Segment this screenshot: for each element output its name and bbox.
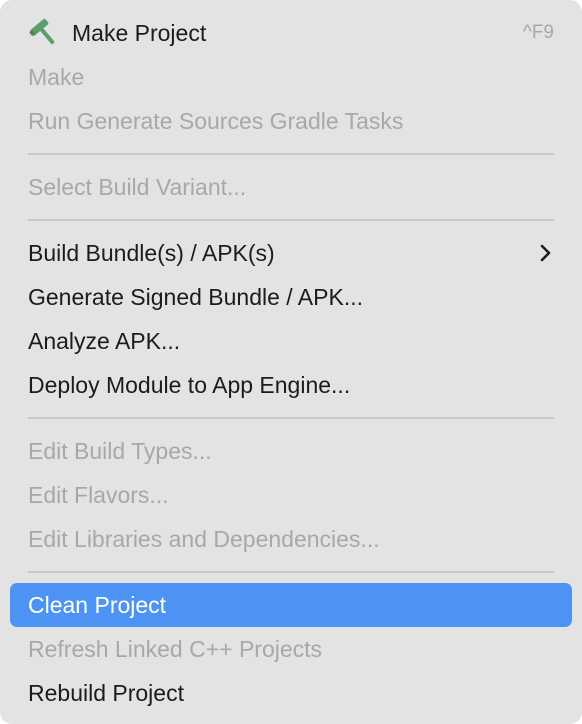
menu-item-make[interactable]: Make bbox=[10, 55, 572, 99]
hammer-icon bbox=[29, 18, 55, 45]
menu-item-label: Deploy Module to App Engine... bbox=[28, 372, 351, 398]
menu-item-edit-build-types[interactable]: Edit Build Types... bbox=[10, 429, 572, 473]
menu-item-analyze-apk[interactable]: Analyze APK... bbox=[10, 319, 572, 363]
menu-item-clean-project[interactable]: Clean Project bbox=[10, 583, 572, 627]
menu-item-select-build-variant[interactable]: Select Build Variant... bbox=[10, 165, 572, 209]
menu-item-label: Run Generate Sources Gradle Tasks bbox=[28, 108, 404, 134]
menu-item-make-project[interactable]: Make Project ^F9 bbox=[10, 11, 572, 55]
menu-item-label: Refresh Linked C++ Projects bbox=[28, 636, 323, 662]
menu-item-run-generate-sources[interactable]: Run Generate Sources Gradle Tasks bbox=[10, 99, 572, 143]
menu-item-label: Clean Project bbox=[28, 592, 167, 618]
menu-item-refresh-linked-cpp[interactable]: Refresh Linked C++ Projects bbox=[10, 627, 572, 671]
menu-item-edit-flavors[interactable]: Edit Flavors... bbox=[10, 473, 572, 517]
menu-item-edit-libraries[interactable]: Edit Libraries and Dependencies... bbox=[10, 517, 572, 561]
build-menu: Make Project ^F9 Make Run Generate Sourc… bbox=[0, 0, 582, 724]
menu-item-label: Generate Signed Bundle / APK... bbox=[28, 284, 364, 310]
menu-item-generate-signed-bundle[interactable]: Generate Signed Bundle / APK... bbox=[10, 275, 572, 319]
menu-item-label: Build Bundle(s) / APK(s) bbox=[28, 240, 275, 266]
chevron-right-icon bbox=[540, 244, 551, 262]
menu-item-build-bundle[interactable]: Build Bundle(s) / APK(s) bbox=[10, 231, 572, 275]
menu-item-rebuild-project[interactable]: Rebuild Project bbox=[10, 671, 572, 715]
menu-separator bbox=[28, 561, 554, 583]
menu-item-label: Rebuild Project bbox=[28, 680, 184, 706]
menu-separator bbox=[28, 407, 554, 429]
menu-item-deploy-module[interactable]: Deploy Module to App Engine... bbox=[10, 363, 572, 407]
menu-item-label: Make Project bbox=[72, 20, 207, 46]
menu-item-label: Select Build Variant... bbox=[28, 174, 247, 200]
menu-item-label: Edit Libraries and Dependencies... bbox=[28, 526, 380, 552]
shortcut-label: ^F9 bbox=[522, 22, 554, 43]
menu-item-label: Edit Flavors... bbox=[28, 482, 169, 508]
menu-separator bbox=[28, 209, 554, 231]
menu-item-label: Make bbox=[28, 64, 85, 90]
menu-item-label: Edit Build Types... bbox=[28, 438, 212, 464]
menu-separator bbox=[28, 143, 554, 165]
menu-item-label: Analyze APK... bbox=[28, 328, 181, 354]
